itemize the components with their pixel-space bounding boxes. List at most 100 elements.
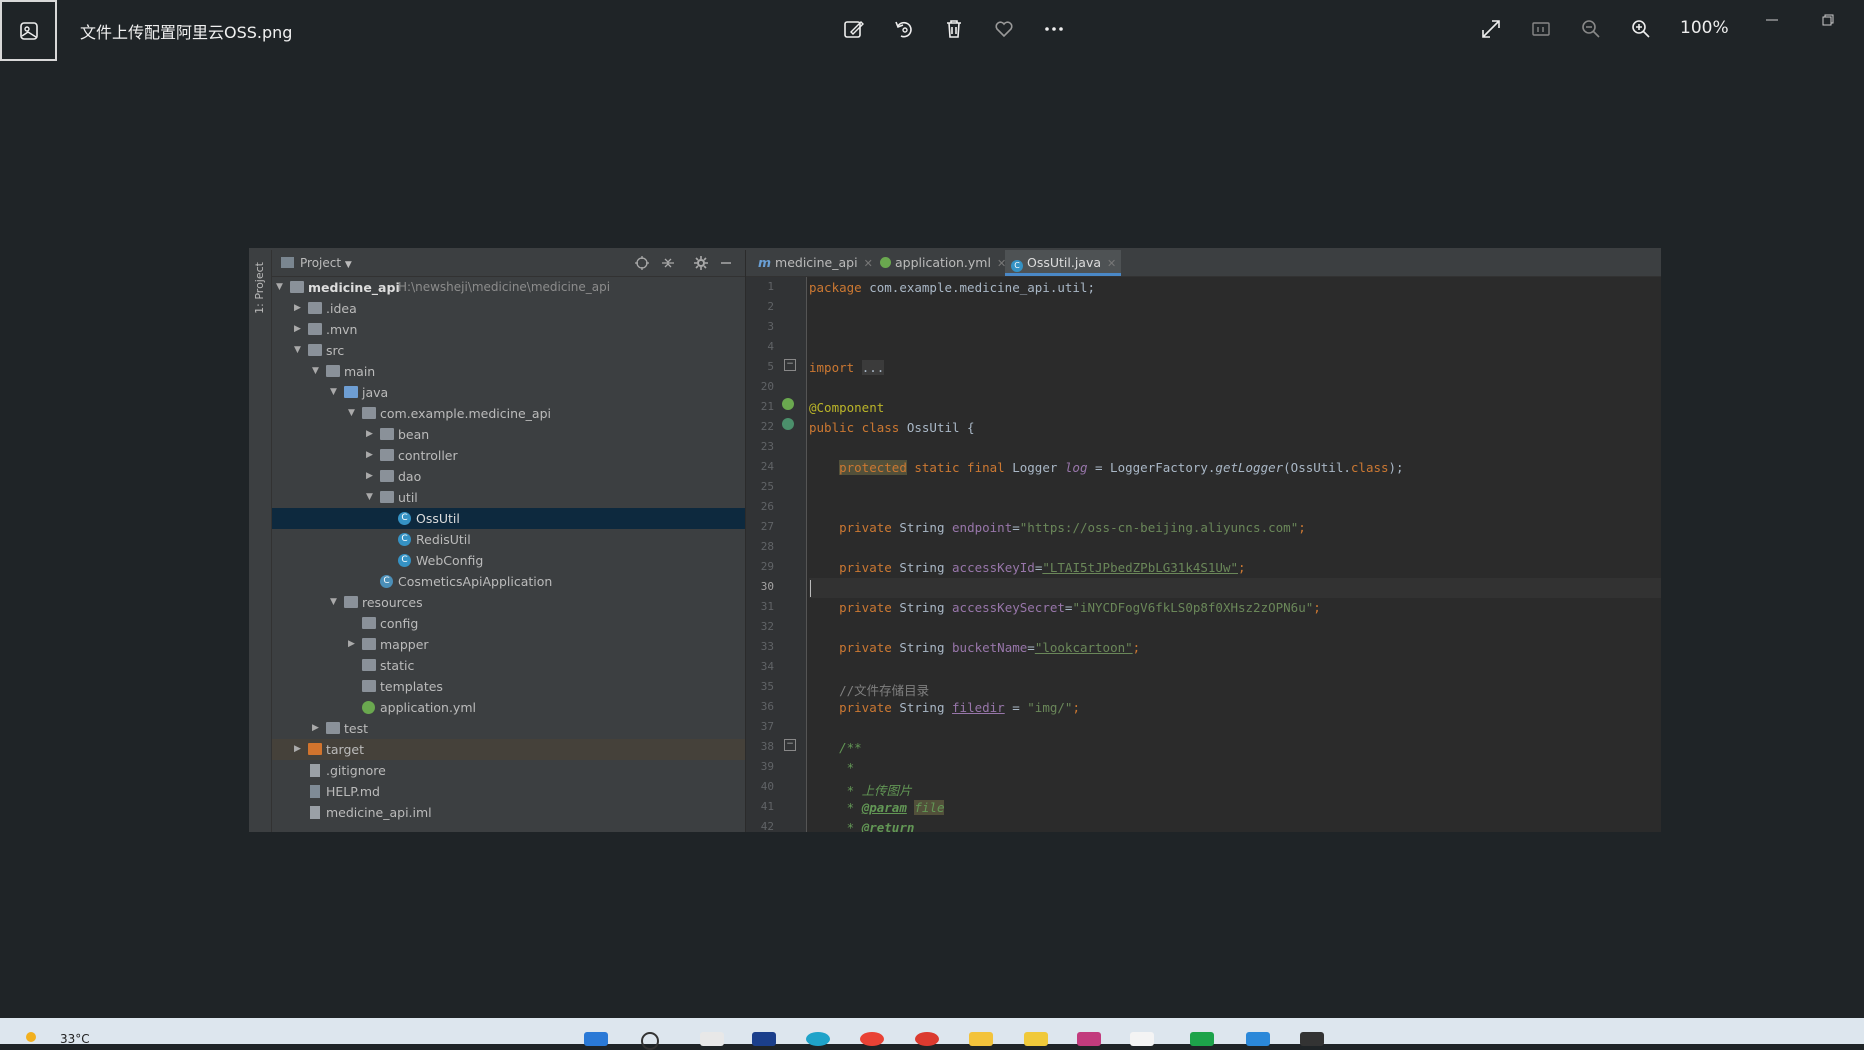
code-line: import ...	[809, 360, 885, 375]
tab-ossutil-java[interactable]: C OssUtil.java ✕	[1005, 250, 1121, 276]
line-number: 23	[760, 440, 774, 453]
tree-item-application-yml[interactable]: application.yml	[272, 697, 745, 718]
line-number: 34	[760, 660, 774, 673]
code-line: private String accessKeyId="LTAI5tJPbedZ…	[839, 560, 1246, 575]
minimize-icon[interactable]	[1762, 10, 1782, 30]
zoom-level[interactable]: 100%	[1680, 18, 1729, 38]
tree-item-label: com.example.medicine_api	[380, 406, 551, 421]
close-icon[interactable]: ✕	[1107, 257, 1116, 270]
expanded-arrow-icon[interactable]: ▼	[348, 403, 360, 424]
tree-item-webconfig[interactable]: C WebConfig	[272, 550, 745, 571]
expanded-arrow-icon[interactable]: ▼	[330, 382, 342, 403]
yaml-file-icon	[880, 257, 891, 268]
actual-size-icon[interactable]	[1528, 16, 1554, 42]
tree-item-redisutil[interactable]: C RedisUtil	[272, 529, 745, 550]
text-cursor	[810, 580, 811, 597]
collapsed-arrow-icon[interactable]: ▶	[294, 739, 306, 760]
collapsed-arrow-icon[interactable]: ▶	[366, 424, 378, 445]
tree-item-main[interactable]: ▼ main	[272, 361, 745, 382]
project-tool-tab[interactable]: 1: Project	[253, 262, 266, 314]
editor-tabs: m medicine_api ✕ application.yml ✕ C OssUt…	[746, 250, 1661, 277]
tree-item-target[interactable]: ▶ target	[272, 739, 745, 760]
class-icon: C	[398, 512, 411, 525]
locate-icon[interactable]	[634, 255, 650, 271]
folder-icon	[326, 722, 340, 734]
rotate-icon[interactable]	[891, 16, 917, 42]
tree-item-application-class[interactable]: C CosmeticsApiApplication	[272, 571, 745, 592]
maven-icon: m	[758, 255, 772, 270]
tree-item-src[interactable]: ▼ src	[272, 340, 745, 361]
code-line: private String endpoint="https://oss-cn-…	[839, 520, 1306, 535]
collapsed-arrow-icon[interactable]: ▶	[294, 319, 306, 340]
yaml-file-icon	[362, 701, 375, 714]
tab-medicine-api[interactable]: m medicine_api ✕	[754, 250, 877, 276]
expanded-arrow-icon[interactable]: ▼	[366, 487, 378, 508]
tree-item-dao[interactable]: ▶ dao	[272, 466, 745, 487]
expanded-arrow-icon[interactable]: ▼	[330, 592, 342, 613]
collapsed-arrow-icon[interactable]: ▶	[366, 445, 378, 466]
tree-item-label: application.yml	[380, 700, 476, 715]
folder-icon	[362, 638, 376, 650]
hide-panel-icon[interactable]	[718, 255, 734, 271]
code-line: //文件存储目录	[839, 683, 930, 698]
code-area[interactable]: package com.example.medicine_api.util; i…	[809, 277, 1661, 832]
tree-item-resources[interactable]: ▼ resources	[272, 592, 745, 613]
tree-item-medicine-api[interactable]: ▼ medicine_api H:\newsheji\medicine\medi…	[272, 277, 745, 298]
expanded-arrow-icon[interactable]: ▼	[294, 340, 306, 361]
tree-item-static[interactable]: static	[272, 655, 745, 676]
tree-item-mvn[interactable]: ▶ .mvn	[272, 319, 745, 340]
search-icon[interactable]	[641, 1032, 659, 1050]
editor-gutter: 1 2 3 4 5 20 21 22 23 24 25 26 27 28 29 …	[746, 277, 807, 832]
zoom-out-icon[interactable]	[1578, 16, 1604, 42]
tree-item-iml[interactable]: medicine_api.iml	[272, 802, 745, 823]
line-number: 3	[767, 320, 774, 333]
fold-icon[interactable]: −	[784, 739, 796, 751]
line-number: 39	[760, 760, 774, 773]
line-number: 35	[760, 680, 774, 693]
spring-bean-icon[interactable]	[782, 418, 794, 430]
tree-item-mapper[interactable]: ▶ mapper	[272, 634, 745, 655]
photos-app-icon[interactable]	[0, 0, 57, 61]
fullscreen-icon[interactable]	[1478, 16, 1504, 42]
restore-icon[interactable]	[1818, 10, 1838, 30]
collapsed-arrow-icon[interactable]: ▶	[366, 466, 378, 487]
delete-icon[interactable]	[941, 16, 967, 42]
code-line: protected static final Logger log = Logg…	[839, 460, 1404, 475]
fold-icon[interactable]: −	[784, 359, 796, 371]
edit-image-icon[interactable]	[841, 16, 867, 42]
tree-item-java[interactable]: ▼ java	[272, 382, 745, 403]
tree-item-gitignore[interactable]: .gitignore	[272, 760, 745, 781]
close-icon[interactable]: ✕	[864, 257, 873, 270]
expanded-arrow-icon[interactable]: ▼	[312, 361, 324, 382]
tree-item-idea[interactable]: ▶ .idea	[272, 298, 745, 319]
package-icon	[380, 470, 394, 482]
line-number: 1	[767, 280, 774, 293]
zoom-in-icon[interactable]	[1628, 16, 1654, 42]
project-view-selector[interactable]: Project ▼	[300, 256, 352, 270]
collapsed-arrow-icon[interactable]: ▶	[312, 718, 324, 739]
tree-item-controller[interactable]: ▶ controller	[272, 445, 745, 466]
tree-item-label: medicine_api.iml	[326, 805, 432, 820]
tree-item-bean[interactable]: ▶ bean	[272, 424, 745, 445]
tree-item-ossutil[interactable]: C OssUtil	[272, 508, 745, 529]
more-icon[interactable]	[1041, 16, 1067, 42]
collapsed-arrow-icon[interactable]: ▶	[348, 634, 360, 655]
collapsed-arrow-icon[interactable]: ▶	[294, 298, 306, 319]
tab-application-yml[interactable]: application.yml ✕	[876, 250, 1010, 276]
tree-item-templates[interactable]: templates	[272, 676, 745, 697]
tree-item-help-md[interactable]: HELP.md	[272, 781, 745, 802]
gear-icon[interactable]	[693, 255, 709, 271]
expanded-arrow-icon[interactable]: ▼	[276, 277, 288, 298]
spring-bean-icon[interactable]	[782, 398, 794, 410]
tree-item-test[interactable]: ▶ test	[272, 718, 745, 739]
tree-item-label: WebConfig	[416, 553, 484, 568]
tree-item-util[interactable]: ▼ util	[272, 487, 745, 508]
collapse-all-icon[interactable]	[660, 255, 676, 271]
weather-icon[interactable]	[26, 1032, 36, 1042]
tree-item-package[interactable]: ▼ com.example.medicine_api	[272, 403, 745, 424]
favorite-icon[interactable]	[991, 16, 1017, 42]
tree-item-config[interactable]: config	[272, 613, 745, 634]
tab-label: application.yml	[894, 255, 991, 270]
tree-item-label: test	[344, 721, 369, 736]
tool-window-strip: 1: Project	[249, 250, 272, 832]
